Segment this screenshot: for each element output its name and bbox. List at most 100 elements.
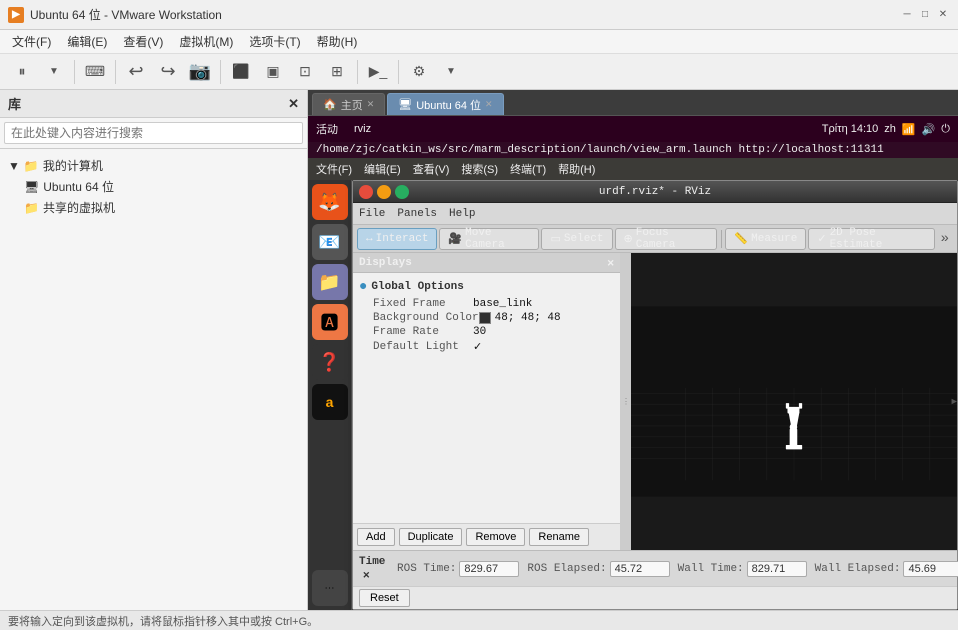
tab-home-close[interactable]: ✕ xyxy=(367,99,375,110)
sidebar-close-button[interactable]: ✕ xyxy=(288,96,299,112)
app-grid[interactable]: ⋯ xyxy=(312,570,348,606)
rename-button[interactable]: Rename xyxy=(529,528,589,546)
ubuntu-menu-terminal[interactable]: 终端(T) xyxy=(510,161,546,177)
tool-focus-camera[interactable]: ⊕ Focus Camera xyxy=(615,228,717,250)
rviz-menu-help[interactable]: Help xyxy=(449,208,475,220)
ubuntu-tab-icon: 🖥 xyxy=(398,98,412,111)
tree-root[interactable]: ▼ 📁 我的计算机 xyxy=(8,155,299,176)
view-custom[interactable]: ⊡ xyxy=(291,58,319,86)
sidebar-search xyxy=(0,118,307,149)
menu-file[interactable]: 文件(F) xyxy=(4,31,59,52)
tab-ubuntu-close[interactable]: ✕ xyxy=(485,99,493,110)
ubuntu-menu-view[interactable]: 查看(V) xyxy=(413,161,450,177)
rviz-menu-file[interactable]: File xyxy=(359,208,385,220)
terminal-button[interactable]: ▶_ xyxy=(364,58,392,86)
color-swatch xyxy=(479,312,491,324)
ubuntu-work-area[interactable]: robot_state_publisher (robot_state_publi… xyxy=(352,180,958,610)
reset-button[interactable]: Reset xyxy=(359,589,410,607)
bg-color-value[interactable]: 48; 48; 48 xyxy=(479,312,561,324)
ros-elapsed-input[interactable] xyxy=(610,561,670,577)
network-icon: 📶 xyxy=(902,123,916,136)
app-email[interactable]: 📧 xyxy=(312,224,348,260)
menu-vm[interactable]: 虚拟机(M) xyxy=(171,31,241,52)
window-controls: ─ □ ✕ xyxy=(900,8,950,22)
menu-edit[interactable]: 编辑(E) xyxy=(59,31,115,52)
frame-rate-value[interactable]: 30 xyxy=(473,326,486,338)
rviz-resize-handle[interactable]: ⋮ xyxy=(621,253,631,550)
view-full[interactable]: ⬛ xyxy=(227,58,255,86)
ubuntu-menu-file[interactable]: 文件(F) xyxy=(316,161,352,177)
display-group-header[interactable]: ● Global Options xyxy=(357,277,616,297)
rviz-maximize-button[interactable] xyxy=(395,185,409,199)
tool-select[interactable]: ▭ Select xyxy=(541,228,612,250)
displays-close[interactable]: ✕ xyxy=(607,256,614,270)
ubuntu-menu-search[interactable]: 搜索(S) xyxy=(461,161,498,177)
ubuntu-menu-edit[interactable]: 编辑(E) xyxy=(364,161,401,177)
focus-icon: ⊕ xyxy=(624,232,633,246)
measure-label: Measure xyxy=(751,233,797,245)
ubuntu-menu-help[interactable]: 帮助(H) xyxy=(558,161,595,177)
app-help[interactable]: ❓ xyxy=(312,344,348,380)
ubuntu-activity[interactable]: 活动 xyxy=(316,121,338,137)
tool-more[interactable]: » xyxy=(937,229,953,249)
tool-interact[interactable]: ↔ Interact xyxy=(357,228,437,250)
app-launcher: 🦊 📧 📁 🅰 ❓ a ⋯ xyxy=(308,180,352,610)
add-button[interactable]: Add xyxy=(357,528,395,546)
ubuntu-lang: zh xyxy=(884,123,896,135)
remove-button[interactable]: Remove xyxy=(466,528,525,546)
time-title: Time xyxy=(359,556,385,568)
snapshot-2[interactable]: ↪ xyxy=(154,58,182,86)
vmware-titlebar: ▶ Ubuntu 64 位 - VMware Workstation ─ □ ✕ xyxy=(0,0,958,30)
settings-button[interactable]: ⚙ xyxy=(405,58,433,86)
sound-icon: 🔊 xyxy=(922,123,936,136)
app-software[interactable]: 🅰 xyxy=(312,304,348,340)
app-files[interactable]: 📁 xyxy=(312,264,348,300)
tool-measure[interactable]: 📏 Measure xyxy=(725,228,806,250)
rviz-3d-view[interactable] xyxy=(631,253,957,550)
power-button[interactable]: ⏸ xyxy=(8,58,36,86)
menu-view[interactable]: 查看(V) xyxy=(115,31,171,52)
snapshot-3[interactable]: 📷 xyxy=(186,58,214,86)
display-row-frame-rate: Frame Rate 30 xyxy=(357,325,616,339)
ros-elapsed-field: ROS Elapsed: xyxy=(527,561,669,577)
ros-time-input[interactable] xyxy=(459,561,519,577)
menu-tabs[interactable]: 选项卡(T) xyxy=(241,31,308,52)
default-light-value[interactable]: ✓ xyxy=(473,340,482,354)
ros-time-field: ROS Time: xyxy=(397,561,519,577)
wall-elapsed-input[interactable] xyxy=(903,561,958,577)
tab-ubuntu[interactable]: 🖥 Ubuntu 64 位 ✕ xyxy=(387,93,503,115)
app-firefox[interactable]: 🦊 xyxy=(312,184,348,220)
duplicate-button[interactable]: Duplicate xyxy=(399,528,463,546)
tab-home-label: 主页 xyxy=(341,97,363,113)
send-ctrl-alt-del[interactable]: ⌨ xyxy=(81,58,109,86)
settings-dropdown[interactable]: ▼ xyxy=(437,58,465,86)
toolbar-separator-4 xyxy=(357,60,358,84)
toolbar-separator-2 xyxy=(115,60,116,84)
maximize-button[interactable]: □ xyxy=(918,8,932,22)
close-button[interactable]: ✕ xyxy=(936,8,950,22)
tree-children: 🖥 Ubuntu 64 位 📁 共享的虚拟机 xyxy=(8,176,299,218)
rviz-menu-panels[interactable]: Panels xyxy=(397,208,437,220)
sidebar-header: 库 ✕ xyxy=(0,90,307,118)
menu-help[interactable]: 帮助(H) xyxy=(309,31,366,52)
tab-home[interactable]: 🏠 主页 ✕ xyxy=(312,93,385,115)
view-unity[interactable]: ▣ xyxy=(259,58,287,86)
tool-move-camera[interactable]: 🎥 Move Camera xyxy=(439,228,539,250)
snapshot-1[interactable]: ↩ xyxy=(122,58,150,86)
app-amazon[interactable]: a xyxy=(312,384,348,420)
minimize-button[interactable]: ─ xyxy=(900,8,914,22)
fixed-frame-value[interactable]: base_link xyxy=(473,298,532,310)
tool-pose-estimate[interactable]: ✓ 2D Pose Estimate xyxy=(808,228,934,250)
vm-content[interactable]: 活动 rviz Τρίτη 14:10 zh 📶 🔊 ⏻ /home/zjc/c… xyxy=(308,116,958,610)
rviz-minimize-button[interactable] xyxy=(377,185,391,199)
time-close[interactable]: ✕ xyxy=(363,570,370,582)
power-dropdown[interactable]: ▼ xyxy=(40,58,68,86)
sidebar-item-shared[interactable]: 📁 共享的虚拟机 xyxy=(24,197,299,218)
ubuntu-terminal: robot_state_publisher (robot_state_publi… xyxy=(352,180,958,610)
displays-content[interactable]: ● Global Options Fixed Frame base_link xyxy=(353,273,620,523)
wall-time-input[interactable] xyxy=(747,561,807,577)
rviz-close-button[interactable] xyxy=(359,185,373,199)
search-input[interactable] xyxy=(4,122,303,144)
sidebar-item-ubuntu[interactable]: 🖥 Ubuntu 64 位 xyxy=(24,176,299,197)
view-auto[interactable]: ⊞ xyxy=(323,58,351,86)
